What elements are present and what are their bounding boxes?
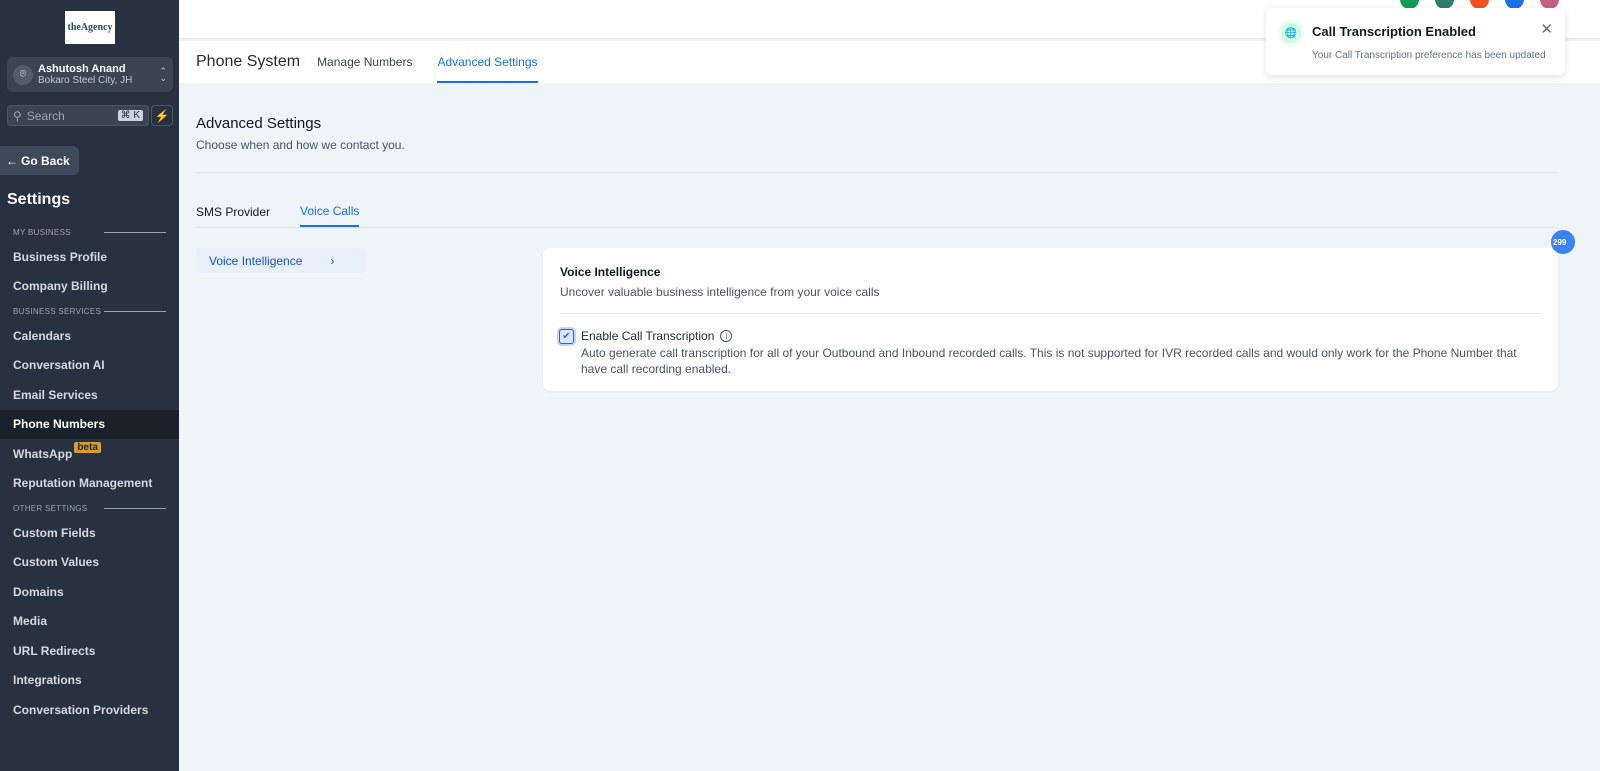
floating-count-badge[interactable]: 299 <box>1551 230 1575 254</box>
sidebar-item-business-profile[interactable]: Business Profile <box>0 242 179 272</box>
sidebar-item-company-billing[interactable]: Company Billing <box>0 272 179 302</box>
card-title: Voice Intelligence <box>560 265 661 279</box>
sidebar-item-label: Reputation Management <box>13 476 153 491</box>
settings-nav: MY BUSINESS Business Profile Company Billi… <box>0 222 179 725</box>
voice-intelligence-card: Voice Intelligence Uncover valuable busi… <box>543 248 1558 391</box>
checkbox-label: Enable Call Transcription <box>581 329 715 343</box>
sidebar-item-label: WhatsApp <box>13 446 73 461</box>
sidebar-item-integrations[interactable]: Integrations <box>0 666 179 696</box>
sidebar-item-phone-numbers[interactable]: Phone Numbers <box>0 409 179 439</box>
bolt-icon: ⚡ <box>154 108 170 123</box>
enable-call-transcription-checkbox[interactable]: ✔ <box>559 329 574 344</box>
search-input[interactable]: ⚲ Search ⌘ K <box>7 105 149 126</box>
account-name: Ashutosh Anand <box>38 63 126 75</box>
card-description: Uncover valuable business intelligence f… <box>560 285 880 299</box>
sidebar-item-conversation-providers[interactable]: Conversation Providers <box>0 695 179 725</box>
sidebar-item-label: Phone Numbers <box>13 417 106 432</box>
sidebar-item-domains[interactable]: Domains <box>0 577 179 607</box>
sidebar-item-label: Calendars <box>13 328 72 343</box>
chevron-right-icon: › <box>330 253 335 268</box>
account-location: Bokaro Steel City, JH <box>38 75 133 86</box>
sidebar-item-label: Company Billing <box>13 279 108 294</box>
sidebar-item-reputation-management[interactable]: Reputation Management <box>0 469 179 499</box>
close-icon[interactable]: ✕ <box>1540 20 1553 38</box>
account-switcher[interactable]: ⌾ Ashutosh Anand Bokaro Steel City, JH ⌃… <box>7 57 173 92</box>
nav-section-header: OTHER SETTINGS <box>0 498 179 518</box>
sidebar-item-custom-fields[interactable]: Custom Fields <box>0 518 179 548</box>
sidebar-item-calendars[interactable]: Calendars <box>0 321 179 351</box>
search-icon: ⚲ <box>13 108 22 123</box>
info-icon[interactable]: i <box>720 330 733 342</box>
page-subtitle: Choose when and how we contact you. <box>196 138 405 152</box>
sidebar-item-custom-values[interactable]: Custom Values <box>0 548 179 578</box>
globe-icon: 🌐 <box>1281 23 1301 43</box>
chevron-updown-icon: ⌃ ⌄ <box>159 65 167 83</box>
sidebar-item-label: Domains <box>13 584 64 599</box>
page-title: Advanced Settings <box>196 115 322 132</box>
check-icon: ✔ <box>562 331 571 342</box>
sidebar-item-whatsapp[interactable]: WhatsApp beta <box>0 439 179 469</box>
tab-manage-numbers[interactable]: Manage Numbers <box>317 41 412 83</box>
search-placeholder: Search <box>26 108 65 123</box>
sidebar-item-label: Conversation AI <box>13 358 105 373</box>
sidebar-item-label: Custom Fields <box>13 525 96 540</box>
divider <box>196 172 1558 173</box>
tab-advanced-settings[interactable]: Advanced Settings <box>437 41 538 83</box>
nav-section-header: MY BUSINESS <box>0 222 179 242</box>
sidebar: theAgency ⌾ Ashutosh Anand Bokaro Steel … <box>0 0 179 771</box>
sidebar-item-email-services[interactable]: Email Services <box>0 380 179 410</box>
search-shortcut: ⌘ K <box>117 110 143 121</box>
arrow-left-icon: ← <box>6 153 18 168</box>
nav-section-header: BUSINESS SERVICES <box>0 301 179 321</box>
sidebar-item-label: Conversation Providers <box>13 702 149 717</box>
toast-notification: 🌐 Call Transcription Enabled Your Call T… <box>1266 8 1565 75</box>
nav-item-label: Voice Intelligence <box>209 253 303 268</box>
sidebar-item-label: Media <box>13 614 48 629</box>
go-back-label: Go Back <box>21 153 70 168</box>
sidebar-item-conversation-ai[interactable]: Conversation AI <box>0 351 179 381</box>
toast-title: Call Transcription Enabled <box>1312 24 1476 39</box>
go-back-button[interactable]: ← Go Back <box>0 146 79 175</box>
tab-voice-calls[interactable]: Voice Calls <box>300 196 360 227</box>
tab-sms-provider[interactable]: SMS Provider <box>196 196 270 227</box>
sidebar-item-media[interactable]: Media <box>0 607 179 637</box>
toast-message: Your Call Transcription preference has b… <box>1312 50 1546 61</box>
voice-intelligence-nav-item[interactable]: Voice Intelligence › <box>196 248 366 273</box>
divider <box>196 227 1558 228</box>
sidebar-item-url-redirects[interactable]: URL Redirects <box>0 636 179 666</box>
sidebar-item-label: Email Services <box>13 387 98 402</box>
quick-actions-button[interactable]: ⚡ <box>151 105 173 126</box>
sidebar-item-label: URL Redirects <box>13 643 96 658</box>
agency-logo[interactable]: theAgency <box>65 11 115 44</box>
sidebar-item-label: Business Profile <box>13 249 108 264</box>
settings-title: Settings <box>7 191 71 208</box>
beta-badge: beta <box>74 442 101 454</box>
sidebar-item-label: Integrations <box>13 673 82 688</box>
checkbox-description: Auto generate call transcription for all… <box>581 346 1517 376</box>
divider <box>560 313 1541 314</box>
location-icon: ⌾ <box>13 64 33 85</box>
sidebar-item-label: Custom Values <box>13 555 100 570</box>
section-title: Phone System <box>196 53 301 70</box>
settings-tabs: SMS Provider Voice Calls <box>196 196 360 227</box>
